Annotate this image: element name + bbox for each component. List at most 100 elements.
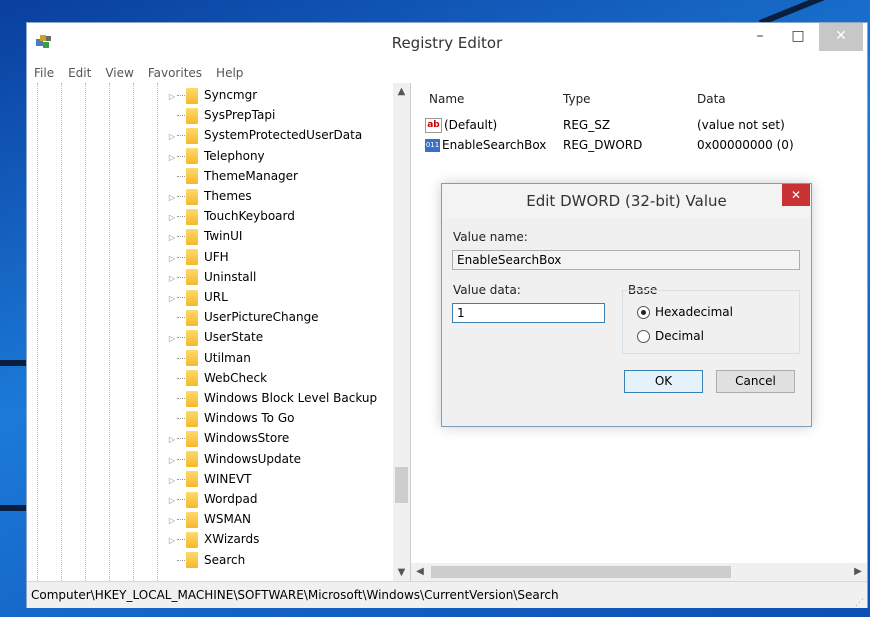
scroll-down-icon[interactable]: ▼ [393,564,410,581]
tree-node[interactable]: ▷ Telephony [167,146,265,166]
tree-node-label: TwinUI [204,229,243,244]
menu-edit[interactable]: Edit [61,63,98,83]
tree-node-label: WSMAN [204,512,252,527]
maximize-button[interactable]: □ [779,23,817,51]
tree-node[interactable]: Utilman [167,348,251,368]
scroll-thumb[interactable] [395,467,408,503]
tree-node-label: Themes [204,189,252,203]
tree-node[interactable]: UserPictureChange [167,307,319,327]
list-item[interactable]: ab (Default) [425,115,497,135]
tree-node[interactable]: ▷ WSMAN [167,509,251,529]
desktop-streak [0,360,26,366]
value-data-label: Value data: [453,283,521,297]
expand-arrow-icon[interactable]: ▷ [167,249,177,269]
value-name: (Default) [444,118,498,132]
tree-node-label: XWizards [204,532,260,547]
close-button[interactable]: ✕ [819,23,863,51]
tree-node[interactable]: ▷ Themes [167,186,252,206]
tree-node-label: UFH [204,249,229,264]
minimize-button[interactable]: – [741,23,779,51]
tree-node[interactable]: ThemeManager [167,166,298,186]
ok-button[interactable]: OK [624,370,703,393]
folder-icon [186,228,198,245]
tree-node[interactable]: Windows Block Level Backup [167,388,377,408]
tree-node[interactable]: Windows To Go [167,408,294,428]
tree-node[interactable]: Search [167,550,245,570]
expand-arrow-icon[interactable]: ▷ [167,148,177,168]
tree-node-label: ThemeManager [204,168,298,183]
dialog-close-button[interactable]: ✕ [782,184,810,206]
tree-node[interactable]: ▷ URL [167,287,228,307]
folder-icon [186,329,198,346]
menu-favorites[interactable]: Favorites [141,63,209,83]
tree-node[interactable]: ▷ Syncmgr [167,85,257,105]
tree-node[interactable]: WebCheck [167,368,267,388]
scroll-left-icon[interactable]: ◀ [411,563,429,581]
expand-arrow-icon[interactable]: ▷ [167,531,177,551]
scroll-up-icon[interactable]: ▲ [393,83,410,100]
column-header-name[interactable]: Name [429,89,464,109]
tree-node[interactable]: SysPrepTapi [167,105,275,125]
expand-arrow-icon[interactable]: ▷ [167,127,177,147]
tree-guide [109,83,110,581]
folder-icon [186,531,198,548]
expand-arrow-icon[interactable]: ▷ [167,269,177,289]
tree-node[interactable]: ▷ UserState [167,327,263,347]
binary-value-icon: 011 [425,139,440,152]
tree-node[interactable]: ▷ XWizards [167,529,259,549]
value-data: 0x00000000 (0) [697,138,794,152]
expand-arrow-icon[interactable]: ▷ [167,511,177,531]
expand-arrow-icon[interactable]: ▷ [167,289,177,309]
expand-arrow-icon[interactable]: ▷ [167,430,177,450]
expand-arrow-icon[interactable]: ▷ [167,471,177,491]
folder-icon [186,208,198,225]
value-name-field[interactable]: EnableSearchBox [452,250,800,270]
tree-node-label: WINEVT [204,471,252,486]
menu-file[interactable]: File [27,63,61,83]
folder-icon [186,410,198,427]
resize-grip-icon[interactable]: ⋰ [855,590,864,616]
scroll-thumb[interactable] [431,566,731,578]
menu-help[interactable]: Help [209,63,250,83]
tree-node-label: Syncmgr [204,88,258,102]
tree-vertical-scrollbar[interactable]: ▲ ▼ [393,83,410,581]
tree-node[interactable]: ▷ WindowsUpdate [167,449,301,469]
tree-node[interactable]: ▷ WINEVT [167,469,252,489]
expand-arrow-icon[interactable]: ▷ [167,208,177,228]
title-bar[interactable]: Registry Editor – □ ✕ [27,23,867,63]
tree-node-label: Telephony [204,148,265,163]
list-item[interactable]: 011 EnableSearchBox [425,135,546,155]
tree-guide [157,83,158,581]
tree-node[interactable]: ▷ UFH [167,247,229,267]
tree-node-label: Windows To Go [204,411,295,426]
tree-node[interactable]: ▷ TouchKeyboard [167,206,295,226]
tree-guide [85,83,86,581]
expand-arrow-icon[interactable]: ▷ [167,87,177,107]
tree-node[interactable]: ▷ SystemProtectedUserData [167,125,362,145]
column-header-type[interactable]: Type [563,89,591,109]
tree-node[interactable]: ▷ TwinUI [167,226,242,246]
hexadecimal-radio[interactable]: Hexadecimal [637,303,733,321]
tree-node[interactable]: ▷ Uninstall [167,267,256,287]
tree-node-label: UserPictureChange [204,310,319,325]
folder-icon [186,168,198,185]
folder-icon [186,249,198,266]
cancel-button[interactable]: Cancel [716,370,795,393]
expand-arrow-icon[interactable]: ▷ [167,451,177,471]
value-data-input[interactable]: 1 [452,303,605,323]
folder-icon [186,471,198,488]
expand-arrow-icon[interactable]: ▷ [167,188,177,208]
expand-arrow-icon[interactable]: ▷ [167,228,177,248]
dialog-title[interactable]: Edit DWORD (32-bit) Value [442,184,811,218]
expand-arrow-icon[interactable]: ▷ [167,329,177,349]
scroll-right-icon[interactable]: ▶ [849,563,867,581]
tree-node[interactable]: ▷ WindowsStore [167,428,289,448]
list-horizontal-scrollbar[interactable]: ◀ ▶ [411,563,867,581]
column-header-data[interactable]: Data [697,89,726,109]
decimal-radio[interactable]: Decimal [637,327,704,345]
tree-node[interactable]: ▷ Wordpad [167,489,257,509]
expand-arrow-icon[interactable]: ▷ [167,491,177,511]
menu-view[interactable]: View [98,63,140,83]
registry-tree[interactable]: ▷ Syncmgr SysPrepTapi ▷ SystemProtectedUserD… [27,83,411,581]
tree-node-label: UserState [204,330,264,345]
